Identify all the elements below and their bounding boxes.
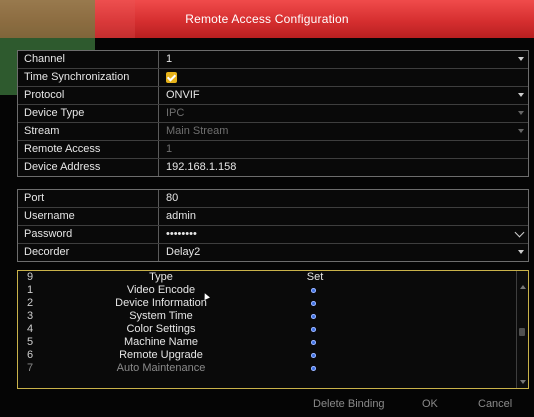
protocol-value: ONVIF [166,89,200,101]
row-type: System Time [129,310,193,322]
device-type-value: IPC [166,107,185,119]
table-row[interactable]: 3 System Time [18,310,528,323]
username-value: admin [166,210,196,222]
row-number: 2 [27,297,34,309]
window-title: Remote Access Configuration [185,12,349,26]
ok-button[interactable]: OK [422,398,438,410]
decoder-select[interactable]: Delay2 [158,244,528,261]
username-row: Username admin [18,207,528,225]
scroll-thumb[interactable] [519,328,525,336]
device-type-select: IPC [158,105,528,122]
channel-label: Channel [24,53,65,65]
row-number: 1 [27,284,34,296]
password-value: •••••••• [166,228,197,240]
time-sync-row: Time Synchronization [18,68,528,86]
decoder-label: Decorder [24,246,70,258]
set-indicator-icon[interactable] [311,353,316,358]
time-sync-cell [158,69,528,86]
remote-permission-table: 9 Type Set 1 Video Encode 2 Device Infor… [17,270,529,389]
device-address-value: 192.168.1.158 [166,161,237,173]
dropdown-arrow-icon [518,93,524,97]
scroll-up-icon[interactable] [520,285,526,289]
device-type-label: Device Type [24,107,85,119]
protocol-row: Protocol ONVIF [18,86,528,104]
time-sync-label: Time Synchronization [24,71,130,83]
scroll-down-icon[interactable] [520,380,526,384]
row-type: Color Settings [126,323,196,335]
password-label: Password [24,228,73,240]
set-indicator-icon[interactable] [311,327,316,332]
dropdown-arrow-icon [518,57,524,61]
table-scrollbar[interactable] [516,271,528,388]
remote-access-label: Remote Access [24,143,101,155]
remote-access-row: Remote Access 1 [18,140,528,158]
dropdown-arrow-icon [518,111,524,115]
table-row[interactable]: 4 Color Settings [18,323,528,336]
set-indicator-icon[interactable] [311,340,316,345]
table-row[interactable]: 7 Auto Maintenance [18,362,528,375]
stream-label: Stream [24,125,60,137]
stream-select: Main Stream [158,123,528,140]
port-input[interactable]: 80 [158,190,528,207]
set-header: Set [306,271,324,283]
dropdown-arrow-icon [518,129,524,133]
password-row: Password •••••••• [18,225,528,243]
set-indicator-icon[interactable] [311,366,316,371]
type-header: Type [149,271,173,283]
row-number: 6 [27,349,34,361]
remote-access-field: 1 [158,141,528,158]
cancel-button[interactable]: Cancel [478,398,512,410]
port-row: Port 80 [18,190,528,207]
username-label: Username [24,210,75,222]
device-address-label: Device Address [24,161,101,173]
settings-panel: Channel 1 Time Synchronization Protocol … [17,50,529,177]
table-header: 9 Type Set [18,271,528,284]
set-indicator-icon[interactable] [311,301,316,306]
table-row[interactable]: 5 Machine Name [18,336,528,349]
device-type-row: Device Type IPC [18,104,528,122]
dropdown-arrow-icon [518,250,524,254]
row-type: Device Information [115,297,207,309]
table-row[interactable]: 6 Remote Upgrade [18,349,528,362]
stream-row: Stream Main Stream [18,122,528,140]
protocol-label: Protocol [24,89,65,101]
remote-access-value: 1 [166,143,173,155]
stream-value: Main Stream [166,125,229,137]
port-value: 80 [166,192,179,204]
device-address-row: Device Address 192.168.1.158 [18,158,528,176]
table-row[interactable]: 1 Video Encode [18,284,528,297]
row-number: 4 [27,323,34,335]
row-count: 9 [27,271,34,283]
protocol-select[interactable]: ONVIF [158,87,528,104]
device-address-input[interactable]: 192.168.1.158 [158,159,528,176]
row-number: 7 [27,362,34,374]
row-number: 3 [27,310,34,322]
channel-select[interactable]: 1 [158,51,528,68]
channel-value: 1 [166,53,173,65]
set-indicator-icon[interactable] [311,288,316,293]
row-type: Remote Upgrade [119,349,203,361]
username-input[interactable]: admin [158,208,528,225]
port-label: Port [24,192,45,204]
password-input[interactable]: •••••••• [158,226,528,243]
set-indicator-icon[interactable] [311,314,316,319]
row-type: Video Encode [126,284,196,296]
row-number: 5 [27,336,34,348]
connection-panel: Port 80 Username admin Password ••••••••… [17,189,529,262]
table-row[interactable]: 2 Device Information [18,297,528,310]
time-sync-checkbox[interactable] [166,72,177,83]
channel-row: Channel 1 [18,51,528,68]
delete-binding-button[interactable]: Delete Binding [313,398,385,410]
row-type: Machine Name [124,336,198,348]
decoder-value: Delay2 [166,246,201,258]
chevron-down-icon[interactable] [514,227,525,238]
row-type: Auto Maintenance [116,362,206,374]
decoder-row: Decorder Delay2 [18,243,528,261]
